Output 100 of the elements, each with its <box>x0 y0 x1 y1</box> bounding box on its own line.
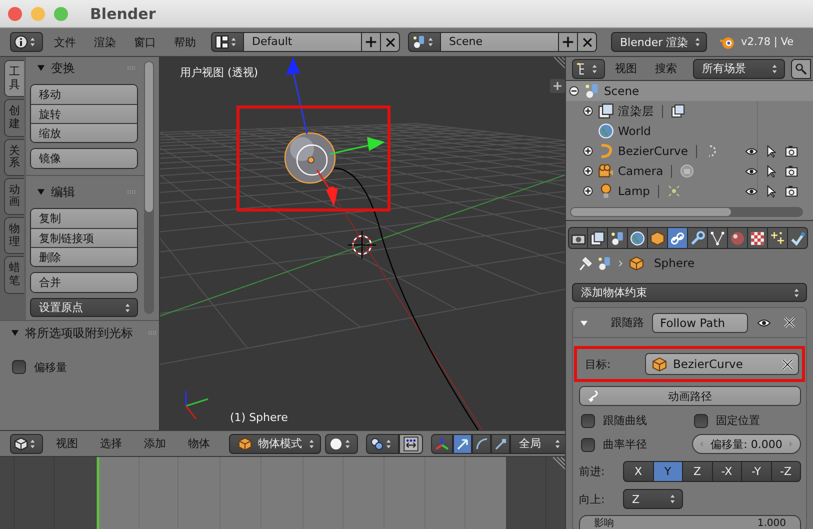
checkbox[interactable] <box>581 438 595 452</box>
axis-button[interactable]: -Z <box>772 460 801 482</box>
layout-name-field[interactable]: Default <box>244 32 362 52</box>
tool-tab[interactable]: 工具 <box>4 60 24 98</box>
close-button[interactable] <box>8 6 22 20</box>
properties-tab[interactable] <box>628 227 648 249</box>
properties-tab[interactable] <box>708 227 728 249</box>
editor-type-button[interactable] <box>572 58 605 78</box>
animate-path-button[interactable]: 动画路径 <box>579 386 801 406</box>
properties-tab[interactable] <box>728 227 748 249</box>
tree-item[interactable]: Lamp <box>618 184 650 198</box>
tool-tab[interactable]: 关系 <box>4 138 24 176</box>
mode-dropdown[interactable]: 物体模式 <box>229 434 321 454</box>
expand-toggle-icon[interactable] <box>582 185 594 197</box>
orientation-dropdown[interactable]: 全局 <box>510 434 565 454</box>
manipulator-toggle[interactable] <box>431 434 453 454</box>
add-button[interactable] <box>362 32 381 52</box>
axis-button[interactable]: Y <box>654 460 683 482</box>
properties-tab[interactable] <box>568 227 588 249</box>
scrollbar-thumb[interactable] <box>571 208 731 216</box>
menu-item[interactable]: 窗口 <box>127 32 163 52</box>
add-button[interactable] <box>559 32 578 52</box>
expand-toggle-icon[interactable] <box>568 85 580 97</box>
axis-button[interactable]: -Y <box>742 460 772 482</box>
tool-tab[interactable]: 物理 <box>4 217 24 254</box>
expand-toggle-icon[interactable] <box>582 165 594 177</box>
menu-item[interactable]: 视图 <box>607 58 645 78</box>
tool-button[interactable]: 缩放 <box>31 123 137 142</box>
influence-slider[interactable]: 影响 1.000 <box>579 515 801 529</box>
viewport[interactable]: 用户视图 (透视) (1) Sphere <box>160 57 565 430</box>
editor-type-button[interactable] <box>10 32 43 52</box>
tool-button[interactable]: 复制链接项 <box>31 228 137 247</box>
tool-button[interactable]: 合并 <box>31 273 137 292</box>
checkbox[interactable] <box>581 414 595 428</box>
tree-item[interactable]: Scene <box>604 84 640 98</box>
tool-button[interactable]: 旋转 <box>31 104 137 123</box>
tool-tab[interactable]: 蜡笔 <box>4 256 24 294</box>
menu-item[interactable]: 添加 <box>135 434 175 454</box>
panel-title[interactable]: 将所选项吸附到光标 <box>25 324 133 342</box>
editor-type-button[interactable] <box>10 434 43 454</box>
expand-toggle-icon[interactable] <box>582 105 594 117</box>
axis-button[interactable]: -X <box>712 460 742 482</box>
tool-tab[interactable]: 动画 <box>4 178 24 216</box>
add-constraint-dropdown[interactable]: 添加物体约束 <box>572 283 807 302</box>
menu-item[interactable]: 选择 <box>91 434 131 454</box>
manipulator-button[interactable] <box>472 434 491 454</box>
properties-tab[interactable] <box>788 227 808 249</box>
panel-title[interactable]: 编辑 <box>51 184 75 200</box>
tool-button[interactable]: 复制 <box>31 209 137 228</box>
browse-button[interactable] <box>408 32 441 52</box>
x-axis-arrow[interactable] <box>316 170 338 207</box>
origin-dropdown[interactable]: 设置原点 <box>30 298 138 317</box>
tree-item[interactable]: World <box>618 124 651 138</box>
tool-button[interactable]: 镜像 <box>31 149 137 168</box>
pivot-dropdown[interactable] <box>366 434 399 454</box>
remove-button[interactable] <box>381 32 400 52</box>
menu-item[interactable]: 物体 <box>179 434 219 454</box>
expand-toggle-icon[interactable] <box>582 145 594 157</box>
target-field[interactable]: BezierCurve <box>645 353 799 375</box>
tool-button[interactable]: 移动 <box>31 85 137 104</box>
render-engine-dropdown[interactable]: Blender 渲染 <box>611 32 707 52</box>
menu-item[interactable]: 搜索 <box>647 58 685 78</box>
properties-tab[interactable] <box>748 227 768 249</box>
axis-button[interactable]: X <box>623 460 654 482</box>
tool-tab[interactable]: 创建 <box>4 99 24 137</box>
menu-item[interactable]: 视图 <box>47 434 87 454</box>
scrollbar[interactable] <box>144 61 154 314</box>
up-axis-dropdown[interactable]: Z <box>623 489 683 509</box>
manipulator-button[interactable] <box>453 434 472 454</box>
tree-item[interactable]: 渲染层 <box>618 104 654 118</box>
snap-toggle[interactable] <box>399 434 423 454</box>
properties-tab[interactable] <box>688 227 708 249</box>
toolbar-toggle-icon[interactable] <box>550 79 565 93</box>
search-button[interactable] <box>791 58 811 78</box>
tool-button[interactable]: 删除 <box>31 247 137 266</box>
menu-item[interactable]: 渲染 <box>87 32 123 52</box>
scene-name-field[interactable]: Scene <box>441 32 559 52</box>
axis-button[interactable]: Z <box>683 460 712 482</box>
tree-item[interactable]: BezierCurve <box>618 144 688 158</box>
remove-button[interactable] <box>578 32 597 52</box>
checkbox[interactable] <box>694 414 708 428</box>
shading-dropdown[interactable] <box>325 434 358 454</box>
checkbox[interactable] <box>12 360 26 374</box>
properties-tab[interactable] <box>608 227 628 249</box>
delete-button[interactable] <box>783 316 796 329</box>
y-axis-arrow[interactable] <box>330 137 385 155</box>
menu-item[interactable]: 帮助 <box>167 32 203 52</box>
manipulator-button[interactable] <box>491 434 510 454</box>
offset-field[interactable]: 偏移量: 0.000 <box>692 434 801 454</box>
panel-title[interactable]: 变换 <box>51 60 75 76</box>
display-mode-dropdown[interactable]: 所有场景 <box>693 58 785 78</box>
properties-tab[interactable] <box>648 227 668 249</box>
menu-item[interactable]: 文件 <box>47 32 83 52</box>
scrollbar[interactable] <box>570 207 803 217</box>
constraint-name-field[interactable]: Follow Path <box>652 312 748 332</box>
properties-tab[interactable] <box>768 227 788 249</box>
scrollbar-thumb[interactable] <box>145 62 153 212</box>
properties-tab[interactable] <box>668 227 688 249</box>
properties-tab[interactable] <box>588 227 608 249</box>
tree-item[interactable]: Camera <box>618 164 664 178</box>
